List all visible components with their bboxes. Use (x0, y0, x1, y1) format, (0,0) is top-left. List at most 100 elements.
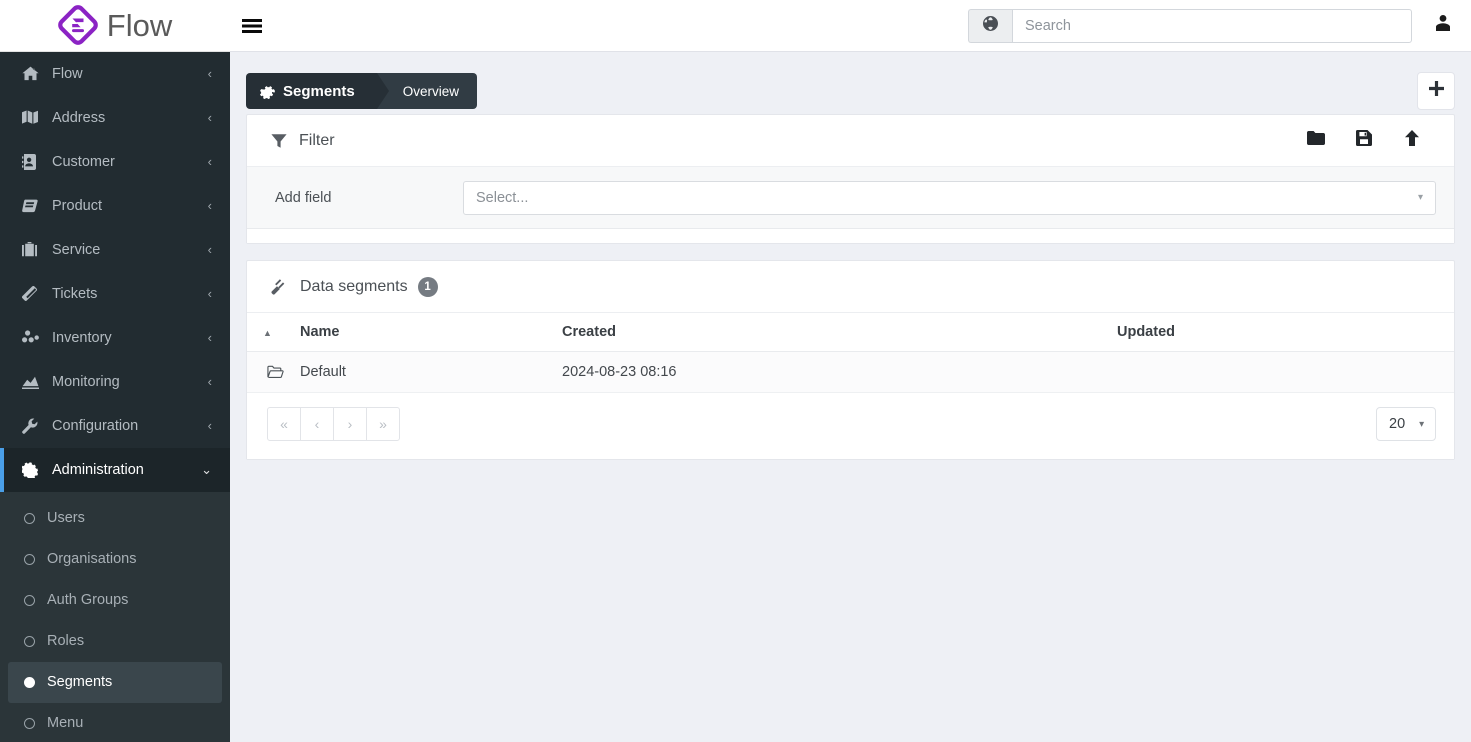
boxes-icon (22, 330, 42, 346)
wrench-icon (22, 418, 42, 434)
sidebar-label: Monitoring (52, 373, 120, 390)
sidebar-item-customer[interactable]: Customer ‹ (0, 140, 230, 184)
sidebar-item-users[interactable]: Users (8, 498, 222, 539)
sidebar-item-menu[interactable]: Menu (8, 703, 222, 742)
chevron-left-icon: ‹ (207, 66, 212, 82)
add-field-select[interactable]: Select... ▾ (463, 180, 1436, 215)
save-filter-button[interactable] (1340, 121, 1388, 161)
sidebar-sublabel: Roles (47, 633, 85, 650)
chevron-left-icon: ‹ (207, 374, 212, 390)
sidebar-item-inventory[interactable]: Inventory ‹ (0, 316, 230, 360)
menu-toggle-button[interactable] (230, 0, 274, 52)
breadcrumb-primary[interactable]: Segments (246, 73, 389, 109)
search-bar (968, 8, 1412, 43)
table-row[interactable]: Default 2024-08-23 08:16 (247, 351, 1454, 393)
pagination-last-button[interactable]: » (366, 407, 400, 441)
chart-area-icon (22, 374, 42, 390)
open-filter-button[interactable] (1292, 121, 1340, 161)
chevron-down-icon: ▾ (1419, 418, 1425, 430)
sidebar-item-tickets[interactable]: Tickets ‹ (0, 272, 230, 316)
ticket-icon (22, 286, 42, 302)
briefcase-icon (22, 242, 42, 258)
pagination-first-button[interactable]: « (267, 407, 301, 441)
cell-name: Default (292, 351, 554, 393)
chevron-down-icon: ⌄ (201, 462, 212, 478)
sidebar: Flow Flow ‹ Address ‹ Customer ‹ Product… (0, 0, 230, 742)
gear-icon (260, 84, 275, 99)
filter-panel-footer (247, 229, 1454, 243)
column-name[interactable]: Name (292, 313, 554, 352)
box-icon (22, 198, 42, 214)
sidebar-sublabel: Auth Groups (47, 592, 129, 609)
page-content: Segments Overview Filter Add field Selec… (230, 52, 1471, 742)
open-folder-icon (267, 365, 284, 379)
filter-panel-header: Filter (247, 115, 1454, 167)
sidebar-item-configuration[interactable]: Configuration ‹ (0, 404, 230, 448)
column-sort[interactable]: ▲ (247, 313, 292, 352)
hamburger-icon (242, 18, 262, 34)
pagination-row: « ‹ › » 20 ▾ (247, 393, 1454, 459)
sidebar-item-auth-groups[interactable]: Auth Groups (8, 580, 222, 621)
add-field-row: Add field Select... ▾ (247, 167, 1454, 229)
circle-icon (24, 635, 35, 647)
sort-ascending-icon: ▲ (263, 328, 272, 338)
sidebar-label: Service (52, 241, 101, 258)
folder-icon (1307, 131, 1325, 150)
breadcrumb-secondary[interactable]: Overview (376, 73, 477, 109)
sidebar-label: Administration (52, 461, 144, 478)
sidebar-item-address[interactable]: Address ‹ (0, 96, 230, 140)
sidebar-item-service[interactable]: Service ‹ (0, 228, 230, 272)
data-segments-count-badge: 1 (417, 276, 438, 297)
pagination-next-button[interactable]: › (333, 407, 367, 441)
search-input[interactable] (1012, 8, 1412, 43)
sidebar-item-flow[interactable]: Flow ‹ (0, 52, 230, 96)
home-icon (22, 66, 42, 82)
sidebar-submenu-administration: Users Organisations Auth Groups Roles Se… (0, 491, 230, 742)
chevron-left-icon: ‹ (207, 418, 212, 434)
segments-table-body: Default 2024-08-23 08:16 (247, 351, 1454, 393)
column-created[interactable]: Created (554, 313, 1109, 352)
circle-filled-icon (24, 676, 35, 688)
sidebar-label: Inventory (52, 329, 112, 346)
flow-diamond-logo-icon (57, 5, 98, 46)
sidebar-label: Product (52, 197, 102, 214)
sidebar-item-organisations[interactable]: Organisations (8, 539, 222, 580)
sidebar-label: Flow (52, 65, 83, 82)
gear-icon (22, 462, 42, 478)
circle-icon (24, 594, 35, 606)
user-menu-button[interactable] (1428, 9, 1458, 43)
sidebar-item-product[interactable]: Product ‹ (0, 184, 230, 228)
globe-icon (983, 15, 998, 36)
data-segments-header: Data segments 1 (247, 261, 1454, 313)
sidebar-item-monitoring[interactable]: Monitoring ‹ (0, 360, 230, 404)
sidebar-sublabel: Organisations (47, 551, 137, 568)
sidebar-sublabel: Segments (47, 674, 113, 691)
sidebar-item-segments[interactable]: Segments (8, 661, 222, 703)
filter-panel: Filter Add field Select... ▾ (246, 114, 1455, 244)
pagination-prev-button[interactable]: ‹ (300, 407, 334, 441)
upload-filter-button[interactable] (1388, 121, 1436, 161)
user-icon (1436, 15, 1450, 36)
gavel-icon (271, 278, 288, 295)
sidebar-sublabel: Users (47, 510, 85, 527)
circle-icon (24, 553, 35, 565)
sidebar-label: Address (52, 109, 106, 126)
search-scope-button[interactable] (968, 8, 1012, 43)
chevron-down-icon: ▾ (1417, 192, 1423, 203)
segments-table-head: ▲ Name Created Updated (247, 313, 1454, 352)
brand-header[interactable]: Flow (0, 0, 230, 52)
chevron-left-icon: ‹ (207, 330, 212, 346)
column-updated[interactable]: Updated (1109, 313, 1454, 352)
sidebar-item-administration[interactable]: Administration ⌄ (0, 447, 230, 492)
sidebar-nav: Flow ‹ Address ‹ Customer ‹ Product ‹ Se… (0, 52, 230, 742)
sidebar-item-roles[interactable]: Roles (8, 621, 222, 662)
add-segment-button[interactable] (1417, 72, 1455, 110)
pagination: « ‹ › » (267, 407, 400, 441)
brand-logo: Flow (57, 5, 172, 46)
page-size-select[interactable]: 20 ▾ (1376, 407, 1436, 441)
data-segments-title-label: Data segments (300, 277, 408, 295)
circle-icon (24, 512, 35, 524)
row-icon-cell (247, 351, 292, 393)
table-header-row: ▲ Name Created Updated (247, 313, 1454, 352)
segments-table: ▲ Name Created Updated Default 2024-08-2… (247, 313, 1454, 393)
